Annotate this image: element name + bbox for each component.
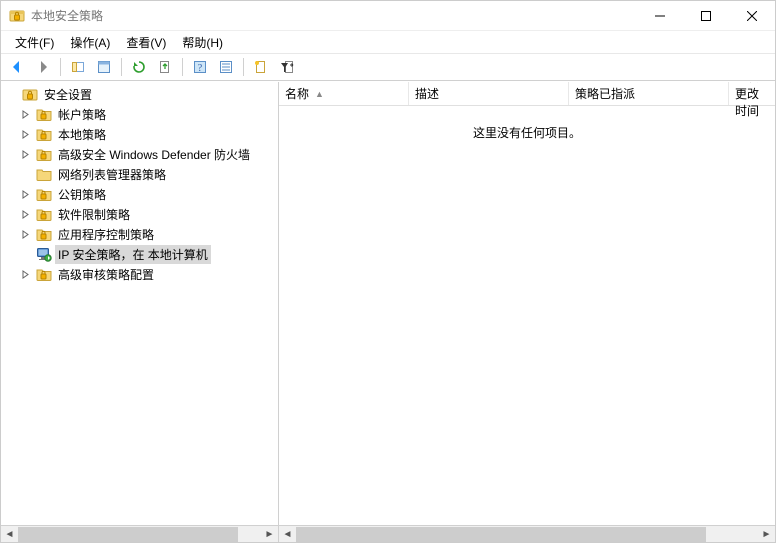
tree-item[interactable]: 公钥策略: [3, 184, 278, 204]
scroll-right-icon[interactable]: ►: [261, 527, 278, 542]
menu-action[interactable]: 操作(A): [62, 32, 118, 53]
app-icon: [9, 8, 25, 24]
column-description-label: 描述: [415, 85, 439, 102]
titlebar: 本地安全策略: [1, 1, 775, 31]
tree-root-label: 安全设置: [41, 85, 95, 104]
menu-view[interactable]: 查看(V): [118, 32, 174, 53]
tree-item[interactable]: IP 安全策略，在 本地计算机: [3, 244, 278, 264]
tree-root[interactable]: 安全设置: [3, 84, 278, 104]
tree-item[interactable]: 应用程序控制策略: [3, 224, 278, 244]
toolbar-separator: [182, 58, 183, 76]
scroll-left-icon[interactable]: ◄: [1, 527, 18, 542]
menu-file[interactable]: 文件(F): [7, 32, 62, 53]
forward-button[interactable]: [31, 56, 55, 78]
window-controls: [637, 1, 775, 30]
toolbar: ?: [1, 53, 775, 81]
expand-icon[interactable]: [21, 110, 35, 119]
export-list-button[interactable]: [153, 56, 177, 78]
toolbar-separator: [243, 58, 244, 76]
ip-policy-icon: [35, 245, 53, 263]
toolbar-separator: [60, 58, 61, 76]
tree-item-label: 公钥策略: [55, 185, 109, 204]
tree-pane: 安全设置 帐户策略 本地策略 高级安全 Windows Defender 防火墙…: [1, 82, 279, 542]
tree-item-label: 本地策略: [55, 125, 109, 144]
menu-help[interactable]: 帮助(H): [174, 32, 231, 53]
tree-item[interactable]: 帐户策略: [3, 104, 278, 124]
list-pane: 名称 ▲ 描述 策略已指派 上次更改时间 这里没有任何项目。 ◄ ►: [279, 82, 775, 542]
locked-folder-icon: [35, 265, 53, 283]
tree-item[interactable]: 网络列表管理器策略: [3, 164, 278, 184]
scroll-right-icon[interactable]: ►: [758, 527, 775, 542]
create-policy-button[interactable]: [249, 56, 273, 78]
scroll-left-icon[interactable]: ◄: [279, 527, 296, 542]
expand-icon[interactable]: [21, 190, 35, 199]
locked-folder-icon: [35, 125, 53, 143]
expand-icon[interactable]: [21, 230, 35, 239]
locked-folder-icon: [35, 145, 53, 163]
column-assigned[interactable]: 策略已指派: [569, 82, 729, 105]
column-last-changed[interactable]: 上次更改时间: [729, 82, 775, 105]
tree-item[interactable]: 高级审核策略配置: [3, 264, 278, 284]
maximize-button[interactable]: [683, 1, 729, 30]
close-button[interactable]: [729, 1, 775, 30]
tree-item-label: 高级安全 Windows Defender 防火墙: [55, 145, 253, 164]
tree-horizontal-scrollbar[interactable]: ◄ ►: [1, 525, 278, 542]
column-name[interactable]: 名称 ▲: [279, 82, 409, 105]
list-horizontal-scrollbar[interactable]: ◄ ►: [279, 525, 775, 542]
main-area: 安全设置 帐户策略 本地策略 高级安全 Windows Defender 防火墙…: [1, 81, 775, 542]
properties-button[interactable]: [92, 56, 116, 78]
security-settings-icon: [21, 85, 39, 103]
tree-item[interactable]: 软件限制策略: [3, 204, 278, 224]
manage-lists-button[interactable]: [214, 56, 238, 78]
back-button[interactable]: [5, 56, 29, 78]
tree-item-label: 帐户策略: [55, 105, 109, 124]
locked-folder-icon: [35, 225, 53, 243]
column-description[interactable]: 描述: [409, 82, 569, 105]
list-header: 名称 ▲ 描述 策略已指派 上次更改时间: [279, 82, 775, 106]
tree-view[interactable]: 安全设置 帐户策略 本地策略 高级安全 Windows Defender 防火墙…: [1, 82, 278, 525]
tree-item[interactable]: 本地策略: [3, 124, 278, 144]
expand-icon[interactable]: [21, 130, 35, 139]
tree-item-label: 网络列表管理器策略: [55, 165, 169, 184]
sort-ascending-icon: ▲: [315, 89, 324, 99]
help-button[interactable]: ?: [188, 56, 212, 78]
svg-text:?: ?: [198, 63, 203, 74]
window-title: 本地安全策略: [31, 7, 637, 24]
tree-item-label: 高级审核策略配置: [55, 265, 157, 284]
tree-item[interactable]: 高级安全 Windows Defender 防火墙: [3, 144, 278, 164]
tree-item-label: IP 安全策略，在 本地计算机: [55, 245, 211, 264]
expand-icon[interactable]: [21, 270, 35, 279]
expand-icon[interactable]: [21, 210, 35, 219]
toolbar-separator: [121, 58, 122, 76]
locked-folder-icon: [35, 205, 53, 223]
locked-folder-icon: [35, 105, 53, 123]
list-body[interactable]: 这里没有任何项目。: [279, 106, 775, 525]
menu-bar: 文件(F) 操作(A) 查看(V) 帮助(H): [1, 31, 775, 53]
tree-item-label: 软件限制策略: [55, 205, 133, 224]
filter-button[interactable]: [275, 56, 299, 78]
column-name-label: 名称: [285, 85, 309, 102]
app-window: 本地安全策略 文件(F) 操作(A) 查看(V) 帮助(H): [0, 0, 776, 543]
expand-icon[interactable]: [21, 150, 35, 159]
refresh-button[interactable]: [127, 56, 151, 78]
scrollbar-thumb[interactable]: [18, 527, 238, 542]
locked-folder-icon: [35, 185, 53, 203]
scrollbar-thumb[interactable]: [296, 527, 706, 542]
empty-list-message: 这里没有任何项目。: [473, 124, 581, 141]
tree-item-label: 应用程序控制策略: [55, 225, 157, 244]
minimize-button[interactable]: [637, 1, 683, 30]
column-assigned-label: 策略已指派: [575, 85, 635, 102]
show-hide-tree-button[interactable]: [66, 56, 90, 78]
folder-icon: [35, 165, 53, 183]
